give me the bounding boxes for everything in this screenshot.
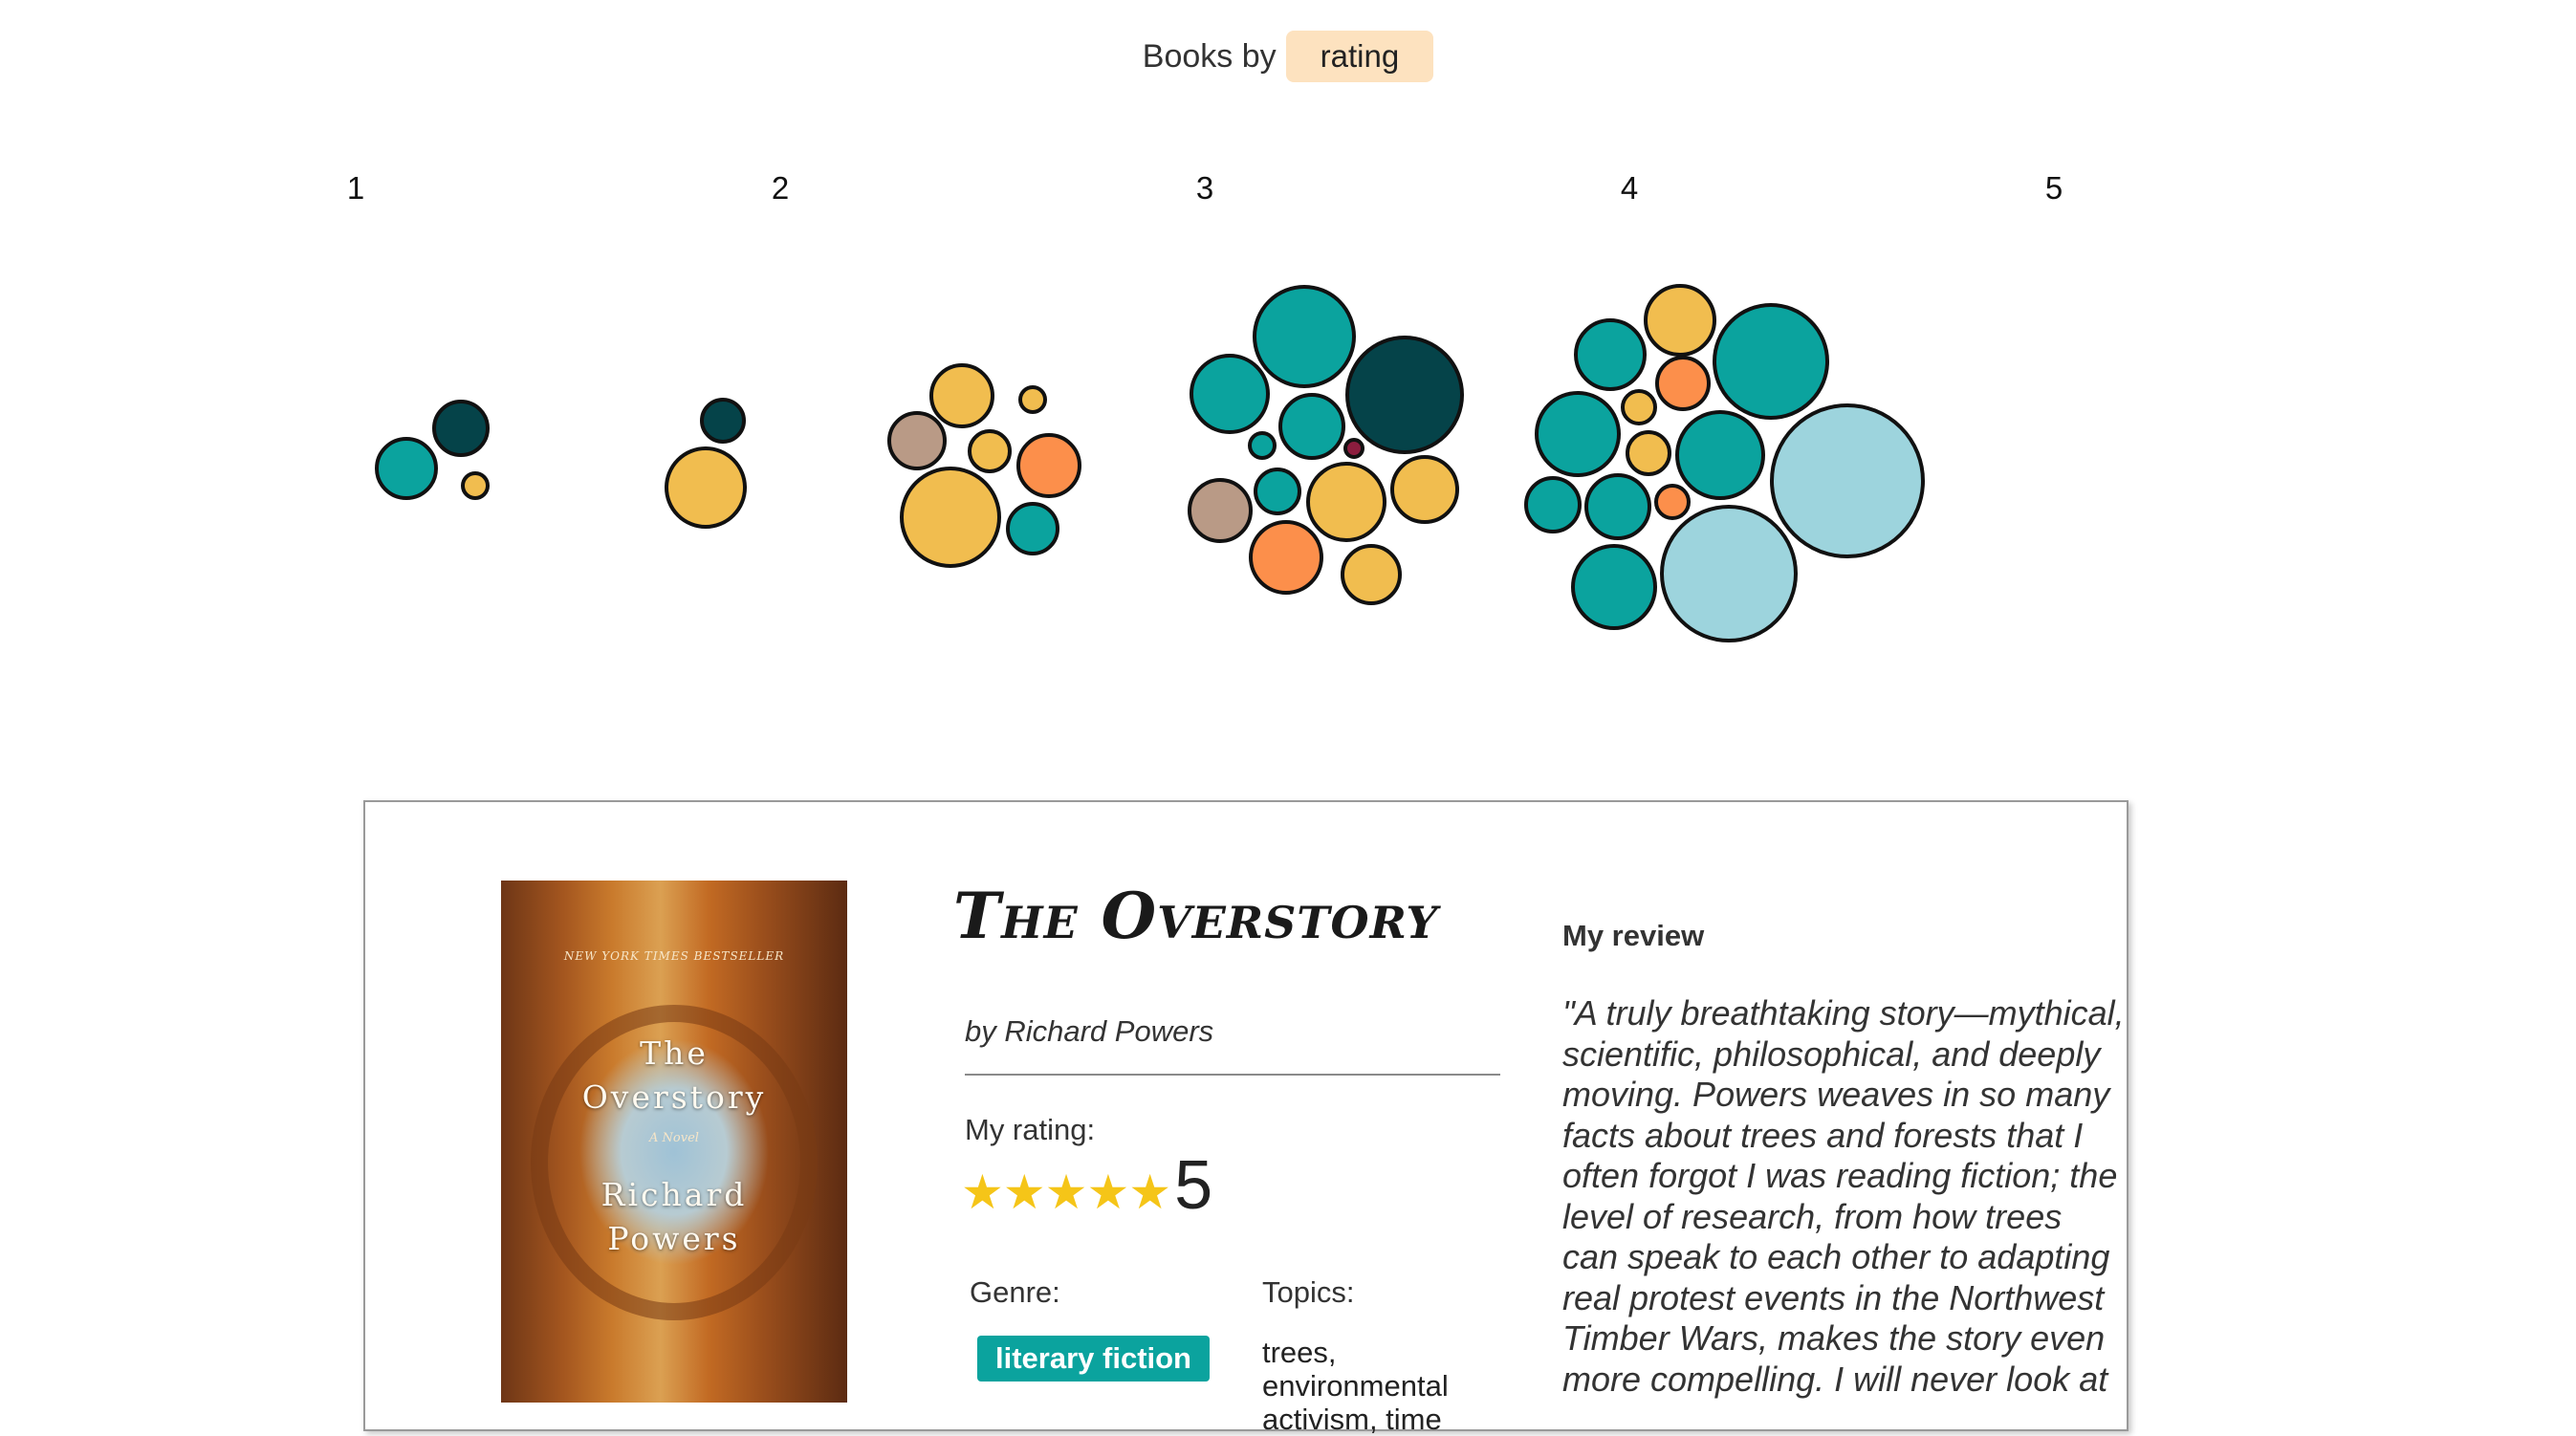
rating-value: 5 (1174, 1147, 1213, 1224)
book-bubble-rating-3-7[interactable] (1018, 385, 1047, 414)
cover-author-line-1: Richard (600, 1176, 748, 1213)
book-bubble-rating-5-9[interactable] (1770, 403, 1925, 558)
book-bubble-rating-3-2[interactable] (929, 363, 994, 428)
book-bubble-rating-4-11[interactable] (1249, 520, 1323, 595)
book-bubble-rating-4-3[interactable] (1190, 354, 1270, 434)
book-title: The Overstory (953, 879, 1439, 953)
book-bubble-rating-4-4[interactable] (1278, 393, 1345, 460)
book-author: by Richard Powers (965, 1014, 1214, 1048)
review-heading: My review (1562, 919, 1705, 952)
book-cover: NEW YORK TIMES BESTSELLER The Overstory … (501, 881, 847, 1403)
book-bubble-rating-1-1[interactable] (375, 437, 438, 500)
book-bubble-rating-2-2[interactable] (700, 398, 746, 444)
book-bubble-rating-4-12[interactable] (1341, 544, 1402, 605)
book-bubble-rating-5-10[interactable] (1524, 476, 1582, 533)
book-bubble-rating-5-4[interactable] (1655, 356, 1711, 411)
book-bubble-rating-1-2[interactable] (432, 400, 490, 457)
book-bubble-rating-4-10[interactable] (1188, 478, 1253, 543)
book-bubble-rating-5-14[interactable] (1571, 544, 1657, 630)
book-bubble-rating-1-3[interactable] (461, 471, 490, 500)
book-bubble-rating-4-7[interactable] (1254, 468, 1301, 515)
book-bubble-rating-5-2[interactable] (1574, 318, 1647, 391)
genre-label: Genre: (970, 1275, 1060, 1309)
book-bubble-rating-5-11[interactable] (1584, 473, 1651, 540)
book-bubble-rating-4-2[interactable] (1345, 336, 1464, 454)
book-bubble-chart (375, 284, 1925, 642)
book-bubble-rating-5-6[interactable] (1535, 391, 1621, 477)
book-bubble-rating-3-6[interactable] (968, 429, 1012, 473)
cover-author-line-2: Powers (607, 1220, 741, 1257)
book-bubble-rating-5-1[interactable] (1644, 284, 1716, 357)
book-bubble-rating-4-9[interactable] (1390, 455, 1459, 524)
book-detail-card: NEW YORK TIMES BESTSELLER The Overstory … (363, 800, 2128, 1436)
book-bubble-rating-3-5[interactable] (887, 411, 947, 470)
book-bubble-rating-4-8[interactable] (1306, 462, 1386, 542)
book-bubble-rating-2-1[interactable] (665, 446, 747, 529)
book-bubble-rating-4-5[interactable] (1248, 431, 1277, 460)
review-text: "A truly breathtaking story—mythical, sc… (1562, 993, 2125, 1399)
book-bubble-rating-4-6[interactable] (1343, 438, 1364, 459)
book-bubble-rating-5-5[interactable] (1621, 389, 1657, 425)
cover-author: Richard Powers (501, 1173, 847, 1261)
divider (965, 1074, 1500, 1076)
cover-title-line-2: Overstory (581, 1078, 767, 1116)
topics-value: trees, environmental activism, time (1262, 1336, 1449, 1436)
book-bubble-rating-5-3[interactable] (1713, 303, 1829, 420)
cover-title-line-1: The (640, 1034, 709, 1072)
book-bubble-rating-5-13[interactable] (1660, 505, 1798, 642)
rating-row: ★★★★★ 5 (961, 1146, 1212, 1225)
genre-tag: literary fiction (977, 1336, 1210, 1382)
book-bubble-rating-3-4[interactable] (1006, 502, 1059, 555)
cover-banner: NEW YORK TIMES BESTSELLER (563, 949, 785, 963)
book-bubble-rating-5-7[interactable] (1675, 410, 1765, 500)
book-bubble-rating-4-1[interactable] (1253, 285, 1356, 388)
book-bubble-rating-5-12[interactable] (1654, 484, 1691, 520)
book-bubble-rating-3-1[interactable] (900, 467, 1001, 568)
my-rating-label: My rating: (965, 1113, 1096, 1146)
cover-subtitle: A Novel (649, 1131, 699, 1145)
book-bubble-rating-3-3[interactable] (1016, 433, 1081, 498)
cover-title: The Overstory (501, 1032, 847, 1120)
topics-label: Topics: (1262, 1275, 1355, 1309)
star-rating-icons: ★★★★★ (961, 1165, 1171, 1219)
book-bubble-rating-5-8[interactable] (1626, 430, 1671, 476)
